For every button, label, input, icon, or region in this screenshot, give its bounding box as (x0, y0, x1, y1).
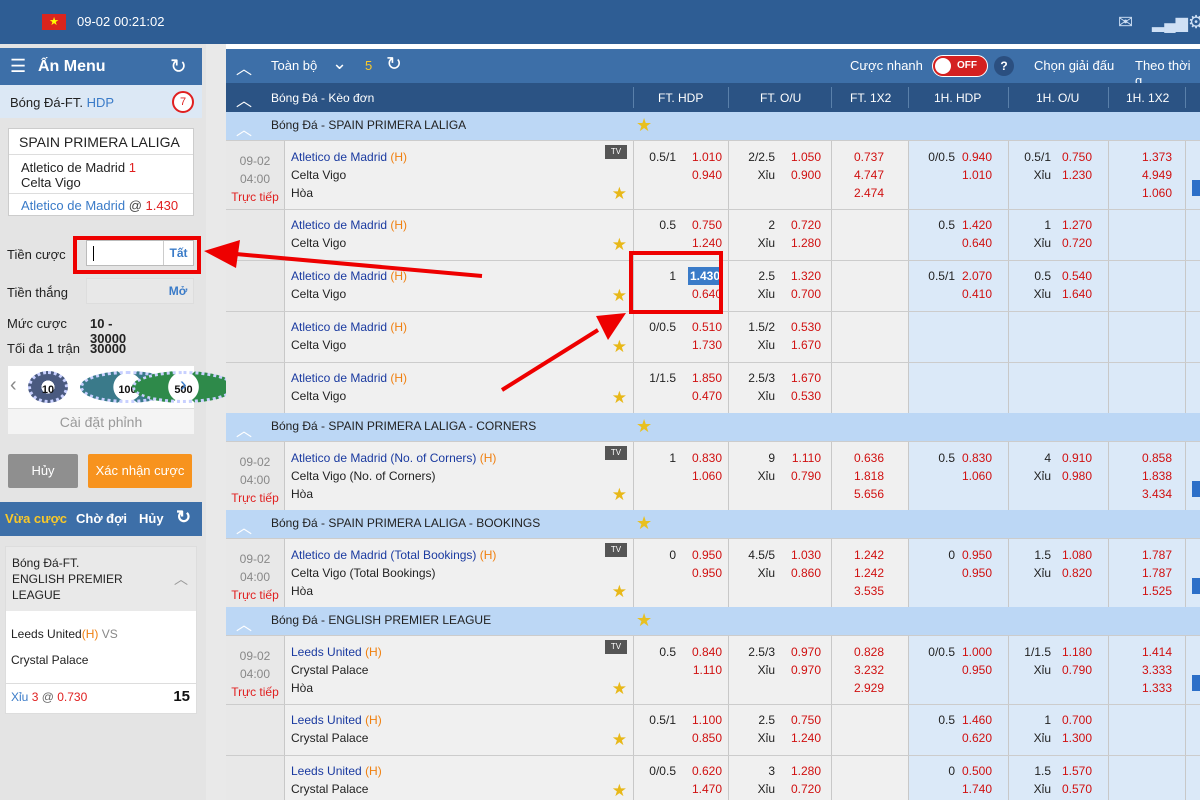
arrow-line (500, 328, 600, 392)
arrow-line (235, 252, 483, 278)
annotation-arrows (204, 240, 626, 392)
arrow-head (596, 313, 626, 340)
arrow-head (204, 240, 240, 268)
